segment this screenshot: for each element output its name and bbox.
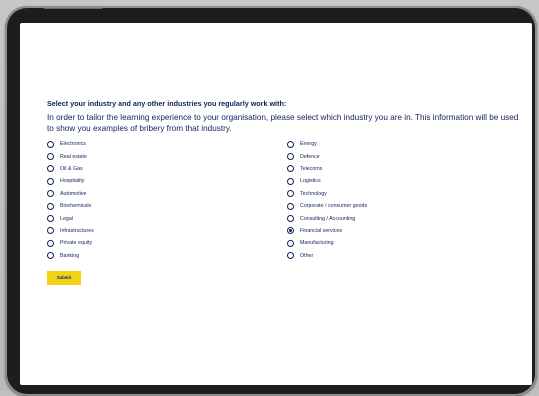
- radio-button[interactable]: [287, 215, 294, 223]
- industry-option-label: Electronics: [60, 141, 86, 148]
- industry-option-label: Automotive: [60, 190, 87, 197]
- radio-button[interactable]: [287, 153, 294, 161]
- radio-button[interactable]: [47, 190, 54, 198]
- industry-option-label: Consulting / Accounting: [300, 215, 356, 222]
- industry-option-label: Telecoms: [300, 165, 323, 172]
- industry-option[interactable]: Financial services: [287, 225, 527, 237]
- industry-option-label: Oil & Gas: [60, 165, 83, 172]
- radio-button[interactable]: [47, 239, 54, 247]
- industry-options: Electronics Real estate Oil & Gas Hospit…: [47, 138, 527, 262]
- industry-form: Select your industry and any other indus…: [47, 99, 527, 285]
- industry-option[interactable]: Other: [287, 250, 527, 262]
- left-options-column: Electronics Real estate Oil & Gas Hospit…: [47, 138, 287, 262]
- radio-button[interactable]: [287, 140, 294, 148]
- industry-option-label: Real estate: [60, 153, 87, 160]
- industry-option[interactable]: Real estate: [47, 150, 287, 162]
- industry-option-label: Infrastructures: [60, 227, 94, 234]
- industry-option[interactable]: Banking: [47, 250, 287, 262]
- radio-button[interactable]: [47, 177, 54, 185]
- industry-option-label: Biochemicals: [60, 203, 92, 210]
- industry-option-label: Banking: [60, 252, 80, 259]
- radio-button[interactable]: [47, 202, 54, 210]
- radio-button[interactable]: [47, 165, 54, 173]
- industry-option[interactable]: Technology: [287, 188, 527, 200]
- industry-option-label: Hospitality: [60, 178, 85, 185]
- industry-option-label: Financial services: [300, 227, 343, 234]
- radio-button[interactable]: [47, 140, 54, 148]
- radio-button[interactable]: [287, 177, 294, 185]
- tablet-frame: Select your industry and any other indus…: [5, 6, 537, 396]
- device-background: Select your industry and any other indus…: [0, 0, 539, 396]
- industry-option[interactable]: Consulting / Accounting: [287, 212, 527, 224]
- industry-option[interactable]: Private equity: [47, 237, 287, 249]
- industry-option[interactable]: Biochemicals: [47, 200, 287, 212]
- industry-option-label: Other: [300, 252, 314, 259]
- industry-option[interactable]: Hospitality: [47, 175, 287, 187]
- radio-button[interactable]: [287, 165, 294, 173]
- industry-option[interactable]: Energy: [287, 138, 527, 150]
- radio-button[interactable]: [47, 153, 54, 161]
- industry-option[interactable]: Logistics: [287, 175, 527, 187]
- industry-option-label: Technology: [300, 190, 327, 197]
- radio-button[interactable]: [287, 202, 294, 210]
- tablet-screen: Select your industry and any other indus…: [20, 23, 532, 385]
- industry-option[interactable]: Defence: [287, 150, 527, 162]
- submit-button[interactable]: Submit: [47, 270, 81, 285]
- tablet-top-button: [43, 6, 103, 9]
- industry-option[interactable]: Electronics: [47, 138, 287, 150]
- radio-button[interactable]: [47, 252, 54, 260]
- industry-option-label: Logistics: [300, 178, 321, 185]
- radio-button[interactable]: [287, 227, 294, 235]
- industry-option[interactable]: Manufacturing: [287, 237, 527, 249]
- form-title: Select your industry and any other indus…: [47, 99, 287, 108]
- industry-option[interactable]: Legal: [47, 212, 287, 224]
- industry-option[interactable]: Infrastructures: [47, 225, 287, 237]
- industry-option[interactable]: Automotive: [47, 188, 287, 200]
- industry-option-label: Corporate / consumer goods: [300, 203, 368, 210]
- right-options-column: Energy Defence Telecoms Logistics Techno…: [287, 138, 527, 262]
- radio-button[interactable]: [47, 227, 54, 235]
- industry-option[interactable]: Oil & Gas: [47, 163, 287, 175]
- industry-option-label: Energy: [300, 141, 317, 148]
- radio-button[interactable]: [287, 190, 294, 198]
- industry-option-label: Manufacturing: [300, 240, 334, 247]
- form-intro: In order to tailor the learning experien…: [47, 113, 519, 133]
- industry-option-label: Legal: [60, 215, 73, 222]
- industry-option[interactable]: Corporate / consumer goods: [287, 200, 527, 212]
- industry-option[interactable]: Telecoms: [287, 163, 527, 175]
- radio-button[interactable]: [47, 215, 54, 223]
- radio-button[interactable]: [287, 252, 294, 260]
- industry-option-label: Defence: [300, 153, 320, 160]
- radio-button[interactable]: [287, 239, 294, 247]
- industry-option-label: Private equity: [60, 240, 93, 247]
